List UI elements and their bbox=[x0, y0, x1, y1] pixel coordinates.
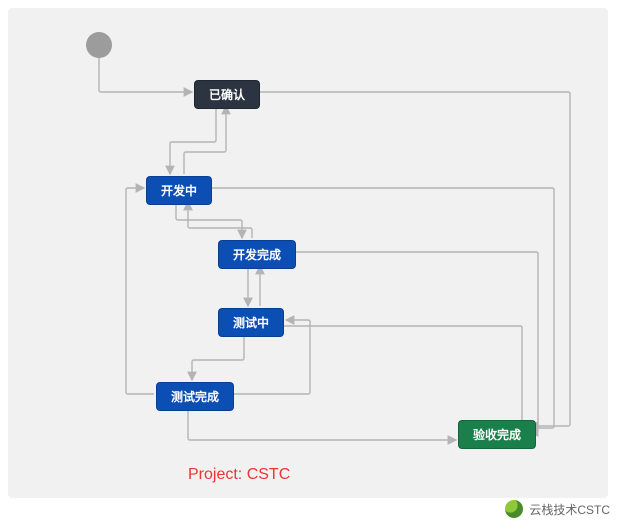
start-node bbox=[86, 32, 112, 58]
state-dev-done-label: 开发完成 bbox=[233, 248, 281, 262]
edge-confirmed-developing bbox=[170, 106, 216, 174]
edge-start-confirmed bbox=[99, 58, 192, 92]
state-testing[interactable]: 测试中 bbox=[218, 308, 284, 337]
edge-testdone-accepted bbox=[188, 408, 456, 440]
channel-name: 云栈技术CSTC bbox=[529, 501, 610, 518]
edge-devdone-developing bbox=[188, 202, 252, 238]
state-developing-label: 开发中 bbox=[161, 184, 197, 198]
state-confirmed-label: 已确认 bbox=[209, 88, 245, 102]
state-dev-done[interactable]: 开发完成 bbox=[218, 240, 296, 269]
footer: 云栈技术CSTC bbox=[0, 498, 620, 520]
workflow-canvas: 已确认 开发中 开发完成 测试中 测试完成 验收完成 bbox=[8, 8, 608, 498]
channel-logo-icon bbox=[505, 500, 523, 518]
edge-testdone-developing bbox=[126, 188, 154, 394]
state-accepted-label: 验收完成 bbox=[473, 428, 521, 442]
edge-devdone-accepted bbox=[290, 252, 538, 432]
state-developing[interactable]: 开发中 bbox=[146, 176, 212, 205]
edge-developing-confirmed bbox=[184, 106, 226, 174]
edge-testing-testdone bbox=[192, 334, 244, 380]
project-label: Project: CSTC bbox=[188, 466, 290, 484]
state-testing-label: 测试中 bbox=[233, 316, 269, 330]
state-confirmed[interactable]: 已确认 bbox=[194, 80, 260, 109]
edge-confirmed-accepted bbox=[256, 92, 570, 426]
state-accepted[interactable]: 验收完成 bbox=[458, 420, 536, 449]
state-test-done[interactable]: 测试完成 bbox=[156, 382, 234, 411]
edge-developing-devdone bbox=[176, 202, 242, 238]
state-test-done-label: 测试完成 bbox=[171, 390, 219, 404]
